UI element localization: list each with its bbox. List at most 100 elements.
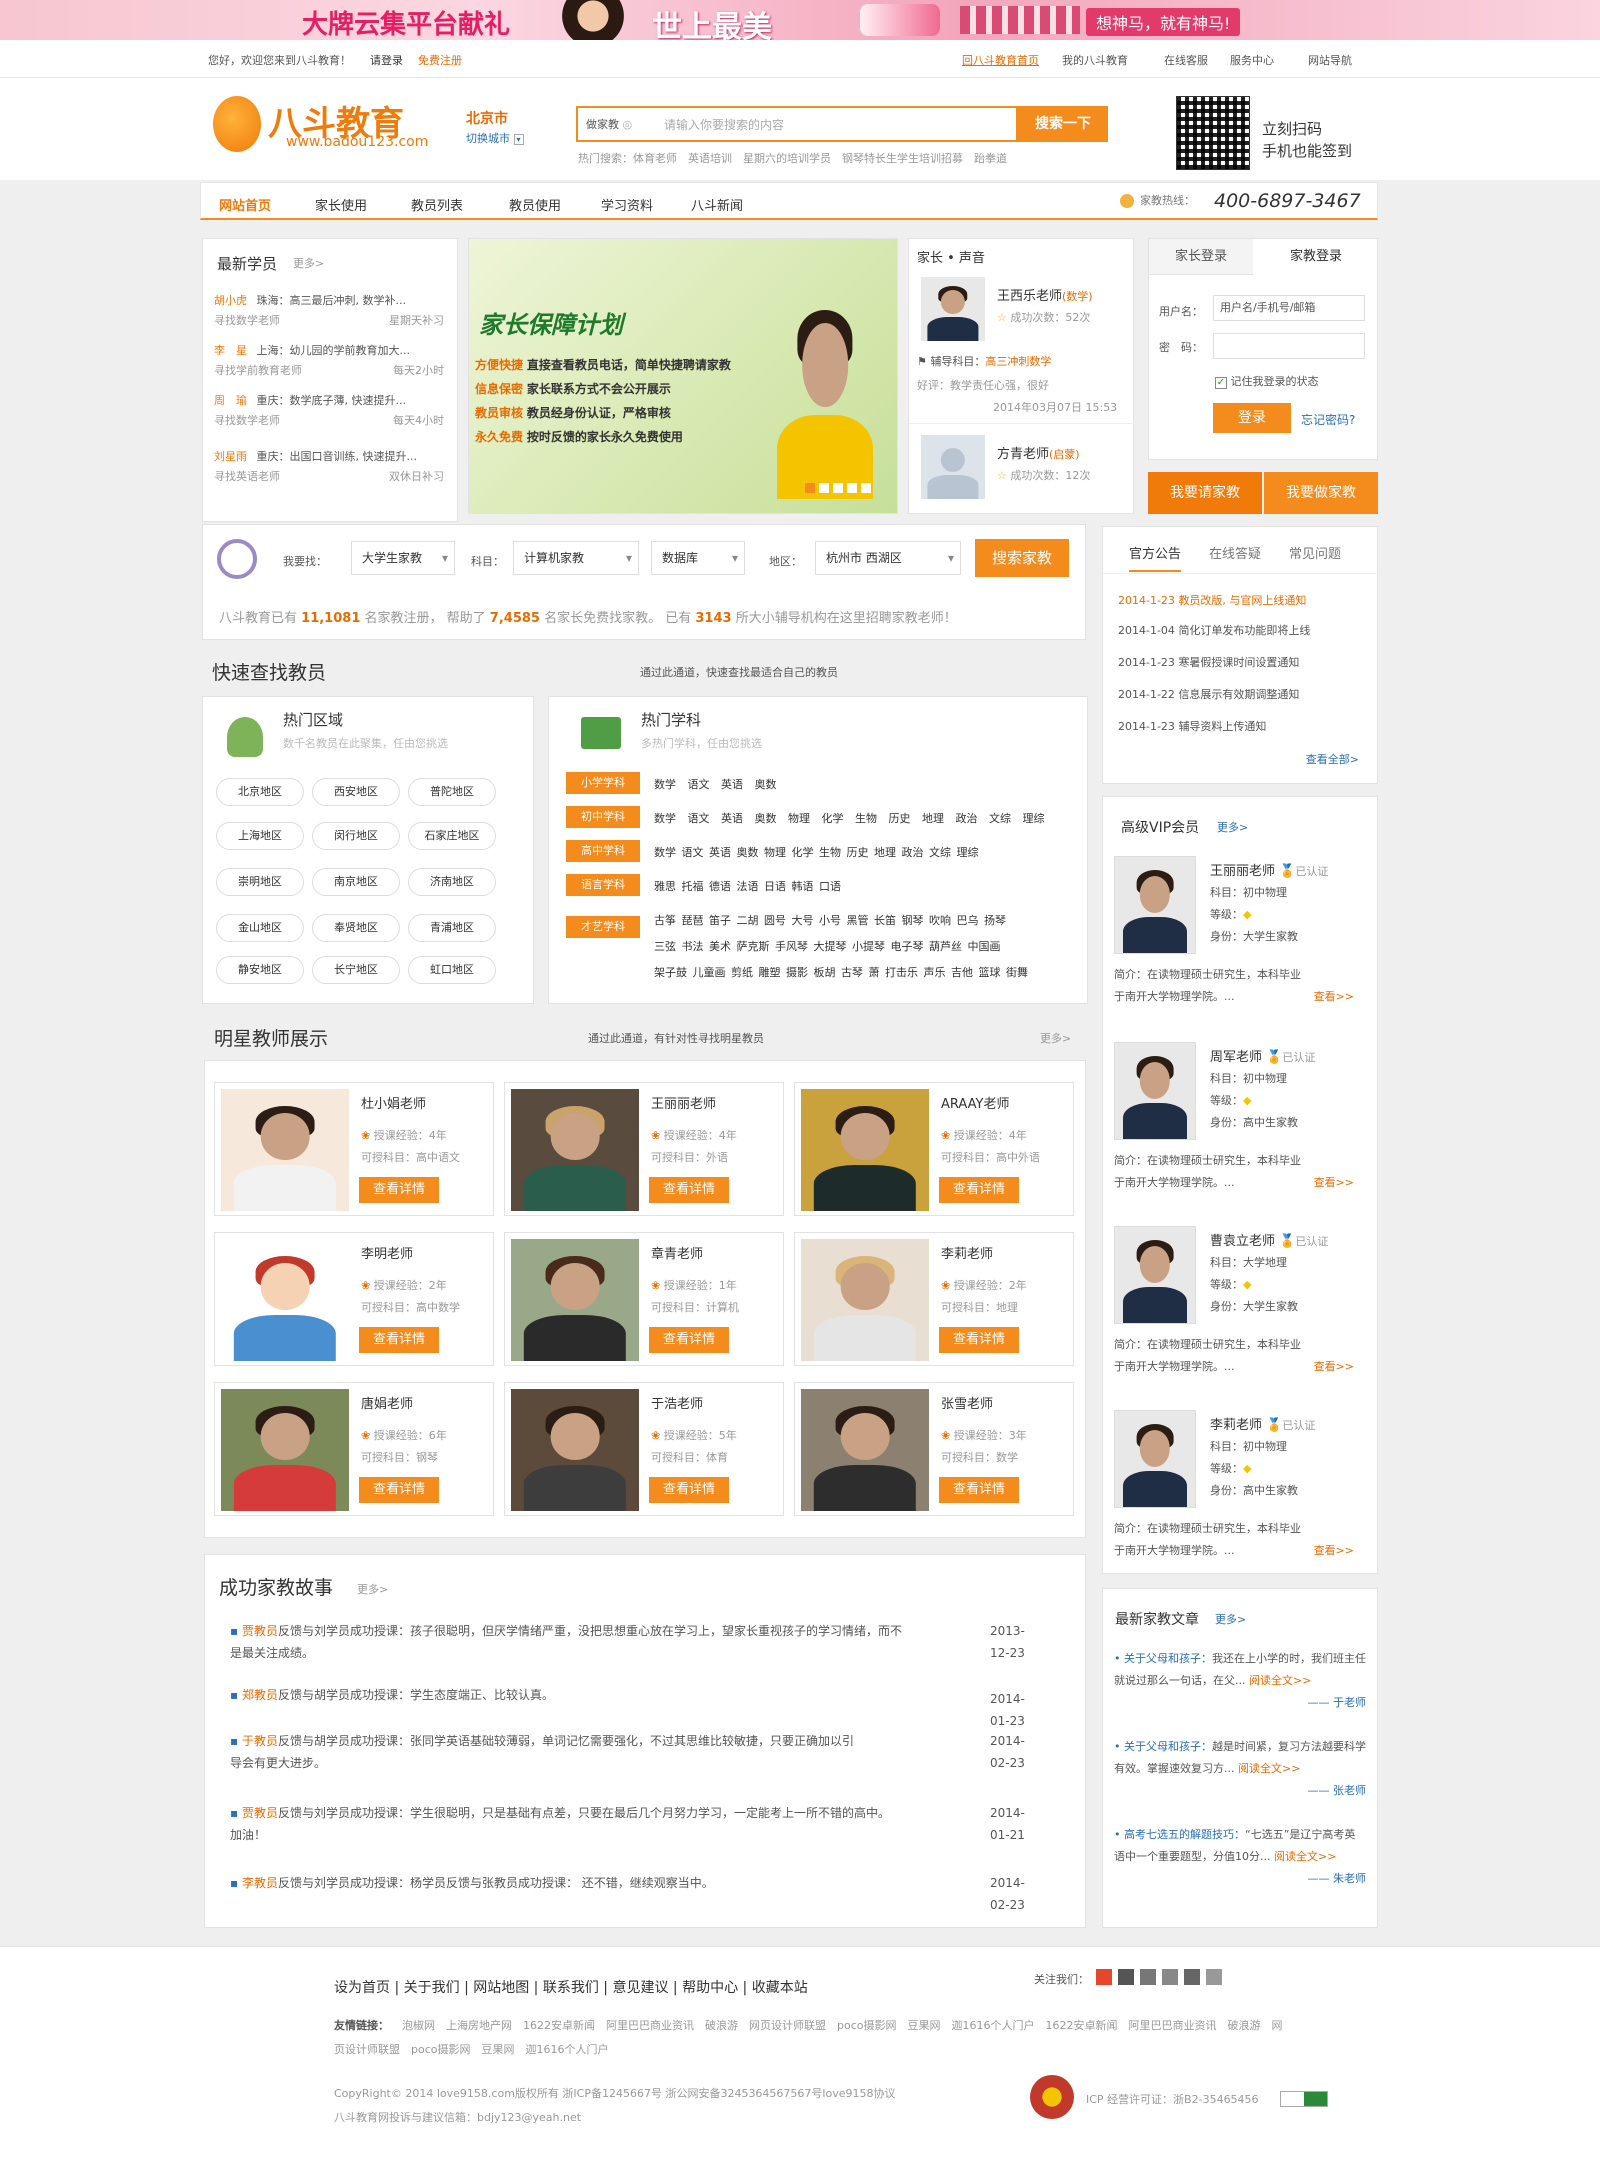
nav-news[interactable]: 八斗新闻 (691, 195, 743, 214)
login-link[interactable]: 请登录 (370, 52, 403, 68)
search-input[interactable]: 请输入你要搜索的内容 (664, 116, 1004, 133)
my-account-menu[interactable]: 我的八斗教育 (1062, 52, 1128, 68)
nav-study-material[interactable]: 学习资料 (601, 195, 653, 214)
teacher-card[interactable]: 王丽丽老师 ❀ 授课经验：4年 可授科目：外语 查看详情 (504, 1082, 784, 1216)
tab-parent-login[interactable]: 家长登录 (1149, 239, 1253, 275)
student-item[interactable]: 胡小虎 珠海：高三最后冲刺, 数学补... 寻找数学老师 星期天补习 (214, 292, 444, 328)
area-pill[interactable]: 南京地区 (312, 868, 400, 896)
renren-icon[interactable] (1118, 1969, 1134, 1985)
teacher-card[interactable]: 唐娟老师 ❀ 授课经验：6年 可授科目：钢琴 查看详情 (214, 1382, 494, 1516)
rss-icon[interactable] (1206, 1969, 1222, 1985)
view-details-button[interactable]: 查看详情 (649, 1477, 729, 1503)
latest-students-more[interactable]: 更多> (293, 255, 324, 271)
nav-home[interactable]: 网站首页 (219, 195, 271, 214)
area-select[interactable]: 杭州市 西湖区 ▾ (815, 541, 961, 575)
student-item[interactable]: 李 星 上海：幼儿园的学前教育加大... 寻找学前教育老师 每天2小时 (214, 342, 444, 378)
view-details-button[interactable]: 查看详情 (649, 1177, 729, 1203)
register-link[interactable]: 免费注册 (418, 52, 462, 68)
subject-category-senior[interactable]: 高中学科 (566, 840, 640, 862)
remember-checkbox[interactable]: ✓ 记住我登录的状态 (1215, 373, 1319, 389)
vip-view-link[interactable]: 查看>> (1314, 1540, 1354, 1562)
carousel-dot[interactable] (833, 483, 843, 493)
subject-category-language[interactable]: 语言学科 (566, 874, 640, 896)
voice-teacher-1[interactable]: 王西乐老师(数学) (997, 285, 1093, 304)
username-field[interactable]: 用户名/手机号/邮箱 (1213, 295, 1365, 321)
tab-online-qa[interactable]: 在线答疑 (1209, 543, 1261, 562)
search-button[interactable]: 搜索一下 (1018, 106, 1108, 142)
nav-teacher-list[interactable]: 教员列表 (411, 195, 463, 214)
article-item[interactable]: • 高考七选五的解题技巧：“七选五”是辽宁高考英语中一个重要题型，分值10分..… (1114, 1824, 1366, 1890)
view-details-button[interactable]: 查看详情 (359, 1177, 439, 1203)
view-details-button[interactable]: 查看详情 (939, 1327, 1019, 1353)
teacher-photo[interactable] (921, 277, 985, 341)
friend-links-2[interactable]: 页设计师联盟 poco摄影网 豆果网 迦1616个人门户 (334, 2041, 608, 2057)
area-pill[interactable]: 北京地区 (216, 778, 304, 806)
password-field[interactable] (1213, 333, 1365, 359)
subject-category-primary[interactable]: 小学学科 (566, 772, 640, 794)
teacher-card[interactable]: 于浩老师 ❀ 授课经验：5年 可授科目：体育 查看详情 (504, 1382, 784, 1516)
footer-links[interactable]: 设为首页 | 关于我们 | 网站地图 | 联系我们 | 意见建议 | 帮助中心 … (334, 1977, 808, 1997)
area-pill[interactable]: 虹口地区 (408, 956, 496, 984)
notice-item[interactable]: 2014-1-04 简化订单发布功能即将上线 (1118, 622, 1310, 638)
home-link[interactable]: 回八斗教育首页 (962, 52, 1039, 68)
weibo-icon[interactable] (1096, 1969, 1112, 1985)
area-pill[interactable]: 金山地区 (216, 914, 304, 942)
carousel-dot[interactable] (861, 483, 871, 493)
area-pill[interactable]: 石家庄地区 (408, 822, 496, 850)
story-item[interactable]: ▪ 于教员反馈与胡学员成功授课：张同学英语基础较薄弱，单词记忆需要强化，不过其思… (230, 1730, 1025, 1774)
login-button[interactable]: 登录 (1213, 403, 1291, 433)
notice-item[interactable]: 2014-1-23 寒暑假授课时间设置通知 (1118, 654, 1299, 670)
carousel-dot[interactable] (847, 483, 857, 493)
notice-item[interactable]: 2014-1-23 辅导资料上传通知 (1118, 718, 1266, 734)
view-details-button[interactable]: 查看详情 (359, 1327, 439, 1353)
subject-links-language[interactable]: 雅思 托福 德语 法语 日语 韩语 口语 (654, 878, 841, 894)
subject-links-arts-2[interactable]: 三弦 书法 美术 萨克斯 手风琴 大提琴 小提琴 电子琴 葫芦丝 中国画 (654, 938, 1000, 954)
area-pill[interactable]: 静安地区 (216, 956, 304, 984)
logo-icon[interactable] (213, 96, 261, 152)
teacher-card[interactable]: 李明老师 ❀ 授课经验：2年 可授科目：高中数学 查看详情 (214, 1232, 494, 1366)
area-pill[interactable]: 济南地区 (408, 868, 496, 896)
subject-category-arts[interactable]: 才艺学科 (566, 916, 640, 938)
subject-links-senior[interactable]: 数学 语文 英语 奥数 物理 化学 生物 历史 地理 政治 文综 理综 (654, 844, 978, 860)
view-details-button[interactable]: 查看详情 (939, 1177, 1019, 1203)
nav-parents[interactable]: 家长使用 (315, 195, 367, 214)
notice-item[interactable]: 2014-1-23 教员改版, 与官网上线通知 (1118, 592, 1306, 608)
view-details-button[interactable]: 查看详情 (359, 1477, 439, 1503)
cnzz-icon[interactable] (1280, 2091, 1328, 2107)
vip-member[interactable]: 王丽丽老师 🏅已认证 科目：初中物理 等级：◆ 身份：大学生家教 简介：在读物理… (1114, 856, 1358, 1016)
read-more-link[interactable]: 阅读全文>> (1238, 1762, 1300, 1775)
subcategory-select[interactable]: 数据库 ▾ (651, 541, 745, 575)
article-item[interactable]: • 关于父母和孩子：我还在上小学的时，我们班主任就说过那么一句话，在父... 阅… (1114, 1648, 1366, 1714)
star-teachers-more[interactable]: 更多> (1040, 1030, 1071, 1046)
vip-member[interactable]: 李莉老师 🏅已认证 科目：初中物理 等级：◆ 身份：高中生家教 简介：在读物理硕… (1114, 1410, 1358, 1570)
area-pill[interactable]: 西安地区 (312, 778, 400, 806)
subject-links-arts[interactable]: 古筝 琵琶 笛子 二胡 圆号 大号 小号 黑管 长笛 钢琴 吹响 巴乌 扬琴 (654, 912, 1006, 928)
subject-links-arts-3[interactable]: 架子鼓 儿童画 剪纸 雕塑 摄影 板胡 古琴 萧 打击乐 声乐 吉他 篮球 街舞 (654, 964, 1028, 980)
notice-item[interactable]: 2014-1-22 信息展示有效期调整通知 (1118, 686, 1299, 702)
vip-view-link[interactable]: 查看>> (1314, 1356, 1354, 1378)
story-item[interactable]: ▪ 贾教员反馈与刘学员成功授课：孩子很聪明，但厌学情绪严重，没把思想重心放在学习… (230, 1620, 1025, 1664)
douban-icon[interactable] (1162, 1969, 1178, 1985)
carousel-dot-active[interactable] (805, 483, 815, 493)
subject-category-junior[interactable]: 初中学科 (566, 806, 640, 828)
read-more-link[interactable]: 阅读全文>> (1249, 1674, 1311, 1687)
teacher-card[interactable]: ARAAY老师 ❀ 授课经验：4年 可授科目：高中外语 查看详情 (794, 1082, 1074, 1216)
forgot-password-link[interactable]: 忘记密码? (1301, 411, 1355, 428)
switch-city-link[interactable]: 切换城市 ▾ (466, 130, 524, 146)
become-tutor-button[interactable]: 我要做家教 (1264, 472, 1378, 514)
teacher-card[interactable]: 杜小娟老师 ❀ 授课经验：4年 可授科目：高中语文 查看详情 (214, 1082, 494, 1216)
teacher-card[interactable]: 章青老师 ❀ 授课经验：1年 可授科目：计算机 查看详情 (504, 1232, 784, 1366)
tab-announcement[interactable]: 官方公告 (1129, 543, 1182, 572)
type-select[interactable]: 大学生家教 ▾ (351, 541, 455, 575)
service-center-menu[interactable]: 服务中心 (1230, 52, 1274, 68)
story-item[interactable]: ▪ 郑教员反馈与胡学员成功授课：学生态度端正、比较认真。 2014-01-23 (230, 1684, 1025, 1728)
voice-teacher-2[interactable]: 方青老师(启蒙) (997, 443, 1080, 462)
story-item[interactable]: ▪ 李教员反馈与刘学员成功授课：杨学员反馈与张教员成功授课： 还不错，继续观察当… (230, 1872, 1025, 1912)
qzone-icon[interactable] (1140, 1969, 1156, 1985)
hero-slide[interactable]: 家长保障计划 方便快捷 直接查看教员电话，简单快捷聘请家教 信息保密 家长联系方… (468, 238, 898, 514)
area-pill[interactable]: 崇明地区 (216, 868, 304, 896)
vip-view-link[interactable]: 查看>> (1314, 1172, 1354, 1194)
vip-view-link[interactable]: 查看>> (1314, 986, 1354, 1008)
teacher-card[interactable]: 张雪老师 ❀ 授课经验：3年 可授科目：数学 查看详情 (794, 1382, 1074, 1516)
kaixin-icon[interactable] (1184, 1969, 1200, 1985)
